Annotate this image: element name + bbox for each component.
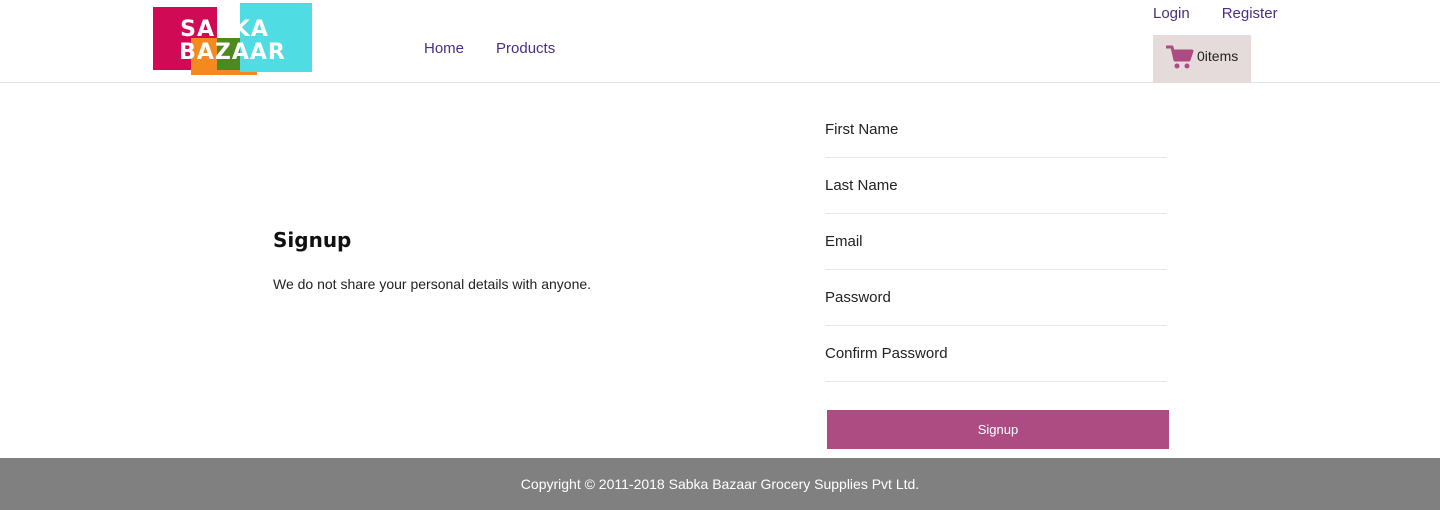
signup-intro: Signup We do not share your personal det…: [273, 228, 753, 292]
page-subtitle: We do not share your personal details wi…: [273, 276, 592, 292]
site-footer: Copyright © 2011-2018 Sabka Bazaar Groce…: [0, 458, 1440, 510]
cart-icon: [1165, 43, 1194, 75]
login-link[interactable]: Login: [1153, 5, 1190, 22]
cart-button[interactable]: 0items: [1153, 35, 1251, 83]
cart-count-label: 0items: [1197, 48, 1239, 64]
password-field[interactable]: [825, 270, 1167, 325]
main-nav: Home Products: [424, 40, 555, 57]
email-field-wrapper: [825, 214, 1167, 270]
last-name-field[interactable]: [825, 158, 1167, 213]
copyright-text: Copyright © 2011-2018 Sabka Bazaar Groce…: [520, 476, 920, 492]
page-title: Signup: [273, 228, 352, 252]
logo-text-line2: BAZAAR: [179, 40, 286, 65]
nav-products-link[interactable]: Products: [496, 40, 555, 57]
email-field[interactable]: [825, 214, 1167, 269]
confirm-password-field-wrapper: [825, 326, 1167, 382]
register-link[interactable]: Register: [1222, 5, 1278, 22]
site-header: SABKA BAZAAR Home Products Login Registe…: [0, 0, 1440, 83]
nav-home-link[interactable]: Home: [424, 40, 464, 57]
first-name-field[interactable]: [825, 102, 1167, 157]
signup-form: Signup: [825, 102, 1169, 449]
first-name-field-wrapper: [825, 102, 1167, 158]
signup-button[interactable]: Signup: [827, 410, 1169, 449]
last-name-field-wrapper: [825, 158, 1167, 214]
password-field-wrapper: [825, 270, 1167, 326]
logo-text-line1: SABKA: [180, 17, 269, 42]
auth-links: Login Register: [1153, 5, 1278, 22]
confirm-password-field[interactable]: [825, 326, 1167, 381]
sabka-bazaar-logo[interactable]: SABKA BAZAAR: [153, 3, 312, 75]
